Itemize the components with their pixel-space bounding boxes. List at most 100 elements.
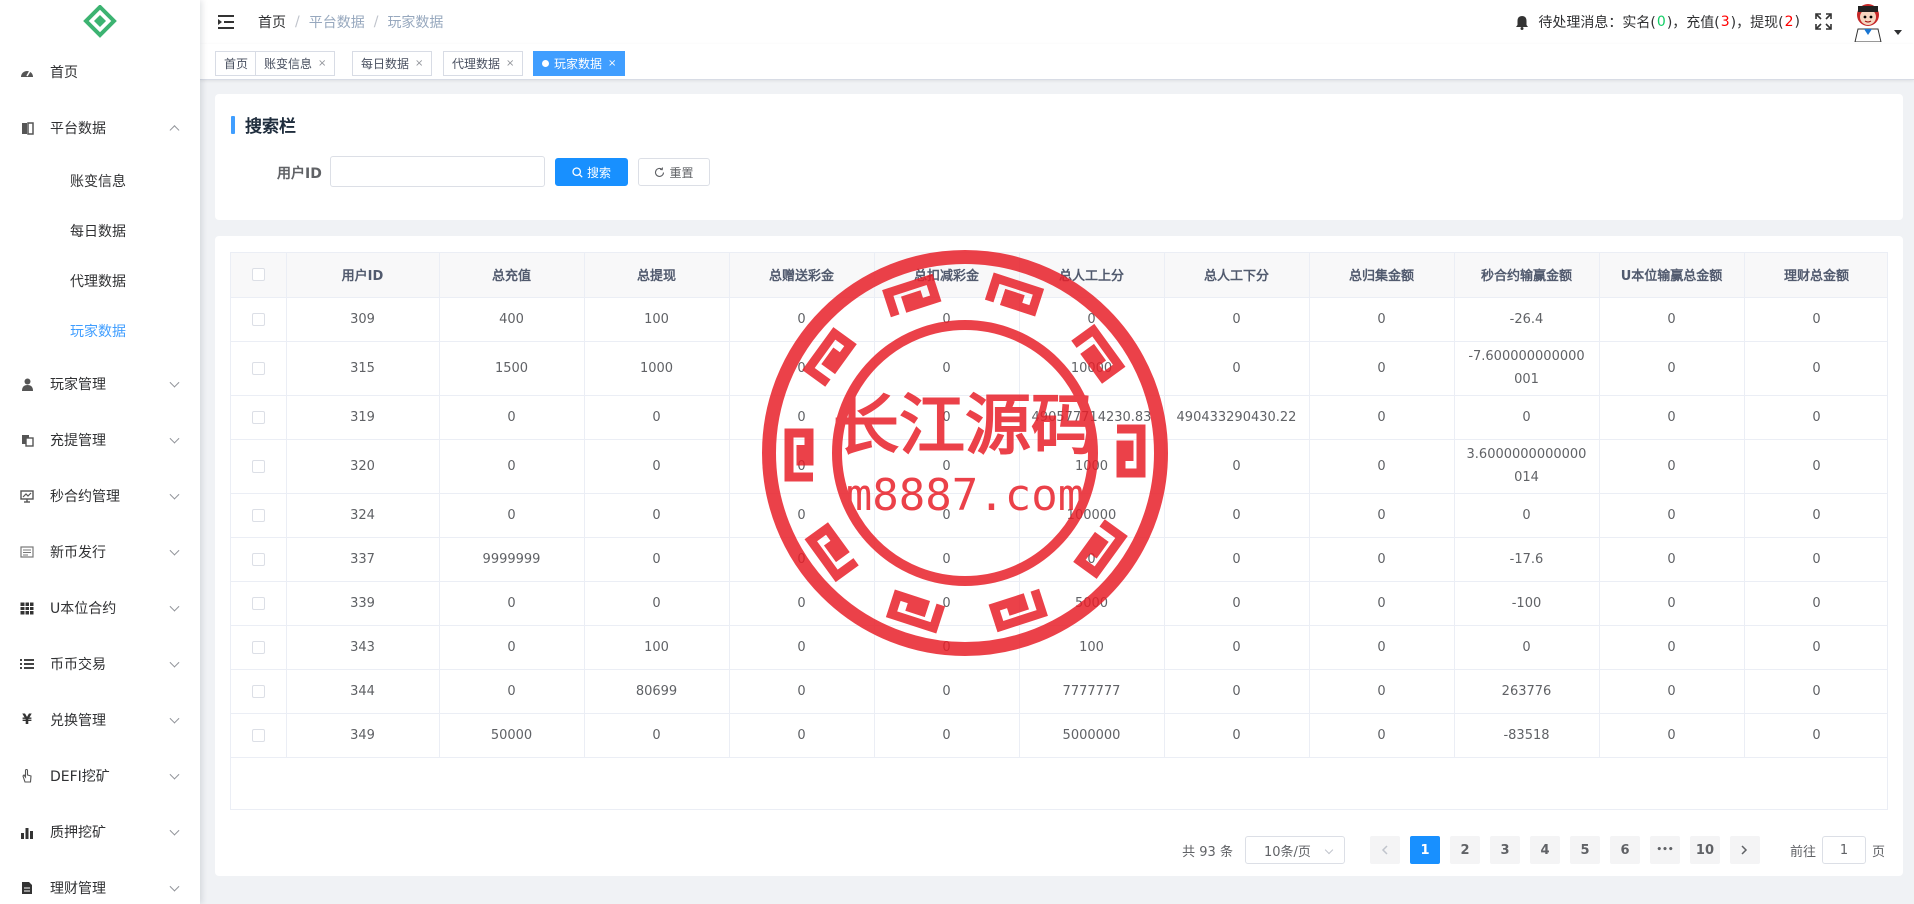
page-button-5[interactable]: 5	[1569, 836, 1600, 864]
sidebar-item-recharge-withdraw[interactable]: 充提管理	[0, 412, 200, 468]
tag-home[interactable]: 首页	[215, 51, 258, 76]
row-select-cell	[231, 581, 287, 626]
sidebar-item-second-contract[interactable]: 秒合约管理	[0, 468, 200, 524]
tag-agent-data[interactable]: 代理数据 ×	[443, 51, 524, 76]
table-cell: 100	[584, 625, 730, 670]
sidebar-item-defi-mining[interactable]: DEFI挖矿	[0, 748, 200, 804]
file-icon	[20, 881, 34, 895]
row-checkbox[interactable]	[251, 684, 265, 698]
table-row[interactable]: 315 1500 1000 0 0 10000 0 0 -7.600000000000001 0 0	[231, 341, 1887, 396]
page-button-6[interactable]: 6	[1609, 836, 1640, 864]
total-count: 共 93 条	[1182, 844, 1233, 860]
pending-messages[interactable]: 待处理消息：实名( 0 )，充值( 3 )，提现( 2 )	[1515, 12, 1800, 32]
sidebar-item-new-coin[interactable]: 新币发行	[0, 524, 200, 580]
page-button-2[interactable]: 2	[1449, 836, 1480, 864]
player-data-table: 用户ID 总充值 总提现 总赠送彩金 总扣减彩金 总人工上分 总人工下分 总归集…	[230, 252, 1888, 810]
sidebar-item-staking-mining[interactable]: 质押挖矿	[0, 804, 200, 860]
table-row[interactable]: 337 9999999 0 0 0 0 0 0 -17.6 0 0	[231, 537, 1887, 582]
row-checkbox[interactable]	[251, 312, 265, 326]
tag-account-change[interactable]: 账变信息 ×	[255, 51, 336, 76]
close-icon[interactable]: ×	[506, 58, 514, 69]
sidebar-subitem-account-change[interactable]: 账变信息	[0, 156, 200, 206]
row-checkbox[interactable]	[251, 459, 265, 473]
sidebar-item-platform-data[interactable]: 平台数据	[0, 100, 200, 156]
table-cell: 0	[1164, 625, 1310, 670]
doc-icon	[20, 545, 34, 559]
next-page-button[interactable]	[1729, 836, 1760, 864]
table-row[interactable]: 344 0 80699 0 0 7777777 0 0 263776 0 0	[231, 669, 1887, 714]
row-checkbox[interactable]	[251, 508, 265, 522]
row-select-cell	[231, 297, 287, 342]
table-cell: 0	[1164, 669, 1310, 714]
sidebar-item-exchange[interactable]: ¥ 兑换管理	[0, 692, 200, 748]
row-checkbox[interactable]	[251, 361, 265, 375]
close-icon[interactable]: ×	[415, 58, 423, 69]
recharge-label: )，充值(	[1666, 15, 1720, 31]
table-row[interactable]: 320 0 0 0 0 1000 0 0 3.6000000000000014 0 0	[231, 439, 1887, 494]
table-cell: 0	[1599, 395, 1745, 440]
breadcrumb-item-platform-data[interactable]: 平台数据	[309, 12, 365, 32]
sidebar-subitem-daily-data[interactable]: 每日数据	[0, 206, 200, 256]
table-cell: -100	[1454, 581, 1600, 626]
menu-toggle-icon[interactable]	[218, 14, 236, 30]
close-icon[interactable]: ×	[318, 58, 326, 69]
search-button[interactable]: 搜索	[555, 158, 628, 186]
table-cell: 0	[439, 395, 585, 440]
sidebar-subitem-agent-data[interactable]: 代理数据	[0, 256, 200, 306]
app-logo[interactable]	[0, 0, 200, 44]
page-button-3[interactable]: 3	[1489, 836, 1520, 864]
sidebar-item-home[interactable]: 首页	[0, 44, 200, 100]
table-cell: 0	[1454, 395, 1600, 440]
row-checkbox[interactable]	[251, 410, 265, 424]
prev-page-button[interactable]	[1369, 836, 1400, 864]
row-select-cell	[231, 713, 287, 758]
breadcrumb-item-home[interactable]: 首页	[258, 12, 286, 32]
table-cell: 490577714230.83	[1019, 395, 1165, 440]
sidebar-item-label: 理财管理	[50, 881, 106, 897]
sidebar-item-finance-management[interactable]: 理财管理	[0, 860, 200, 904]
row-checkbox[interactable]	[251, 640, 265, 654]
table-row[interactable]: 324 0 0 0 0 100000 0 0 0 0 0	[231, 493, 1887, 538]
search-title-text: 搜索栏	[245, 117, 296, 137]
table-row[interactable]: 309 400 100 0 0 0 0 0 -26.4 0 0	[231, 297, 1887, 342]
tag-daily-data[interactable]: 每日数据 ×	[352, 51, 433, 76]
user-id-input[interactable]	[330, 156, 545, 187]
table-cell: 0	[874, 395, 1020, 440]
sidebar-item-coin-trade[interactable]: 币币交易	[0, 636, 200, 692]
row-checkbox[interactable]	[251, 728, 265, 742]
page-button-4[interactable]: 4	[1529, 836, 1560, 864]
table-cell: 0	[1309, 625, 1455, 670]
search-panel-title: 搜索栏	[231, 112, 296, 137]
breadcrumb: 首页 / 平台数据 / 玩家数据	[258, 12, 443, 32]
table-cell: 0	[729, 625, 875, 670]
select-all-checkbox[interactable]	[251, 268, 265, 282]
table-cell: 1000	[1019, 439, 1165, 494]
table-row[interactable]: 343 0 100 0 0 100 0 0 0 0 0	[231, 625, 1887, 670]
goto-suffix: 页	[1871, 844, 1885, 860]
sidebar-item-u-contract[interactable]: U本位合约	[0, 580, 200, 636]
row-select-cell	[231, 493, 287, 538]
page-button-10[interactable]: 10	[1689, 836, 1720, 864]
avatar[interactable]	[1850, 1, 1886, 43]
page-button-1[interactable]: 1	[1409, 836, 1440, 864]
caret-down-icon[interactable]	[1894, 30, 1902, 35]
row-checkbox[interactable]	[251, 596, 265, 610]
table-row[interactable]: 319 0 0 0 0 490577714230.83 490433290430.22 0 0 0…	[231, 395, 1887, 440]
close-icon[interactable]: ×	[608, 58, 616, 69]
row-checkbox[interactable]	[251, 552, 265, 566]
sidebar-item-player-management[interactable]: 玩家管理	[0, 356, 200, 412]
table-cell: 10000	[1019, 341, 1165, 396]
reset-button[interactable]: 重置	[638, 158, 710, 186]
sidebar-subitem-player-data[interactable]: 玩家数据	[0, 306, 200, 356]
page-ellipsis-button[interactable]: •••	[1649, 836, 1680, 864]
breadcrumb-item-player-data: 玩家数据	[387, 15, 444, 31]
table-row[interactable]: 349 50000 0 0 0 5000000 0 0 -83518 0 0	[231, 713, 1887, 758]
page-size-select[interactable]: 10条/页	[1244, 836, 1345, 864]
table-row[interactable]: 339 0 0 0 0 5000 0 0 -100 0 0	[231, 581, 1887, 626]
fullscreen-icon[interactable]	[1815, 13, 1832, 30]
table-cell: 100000	[1019, 493, 1165, 538]
goto-page-input[interactable]: 1	[1821, 836, 1866, 864]
sidebar-item-label: 充提管理	[50, 433, 106, 449]
tag-player-data[interactable]: 玩家数据 ×	[533, 51, 626, 76]
table-cell: 320	[286, 439, 440, 494]
